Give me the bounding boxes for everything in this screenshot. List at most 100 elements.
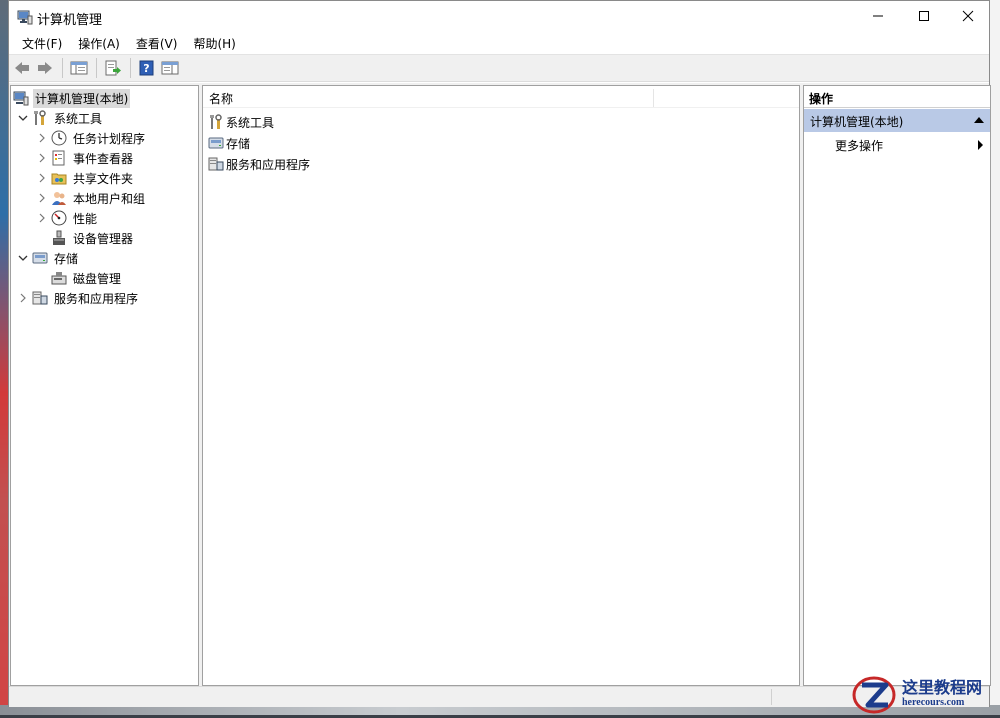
tree-item-performance[interactable]: 性能: [35, 208, 99, 228]
help-icon: ?: [139, 60, 154, 76]
list-item[interactable]: 服务和应用程序: [208, 154, 310, 174]
maximize-button[interactable]: [901, 1, 947, 31]
chevron-right-icon[interactable]: [35, 211, 49, 225]
close-button[interactable]: [945, 1, 991, 31]
tree-item-local-users-groups[interactable]: 本地用户和组: [35, 188, 147, 208]
tree-item-storage[interactable]: 存储: [16, 248, 80, 268]
svg-text:?: ?: [143, 62, 149, 75]
tree-item-label: 事件查看器: [73, 151, 134, 166]
tree-item-label: 计算机管理(本地): [33, 88, 131, 108]
tree-item-system-tools[interactable]: 系统工具: [16, 108, 104, 128]
actions-pane: 操作 计算机管理(本地) 更多操作: [803, 85, 991, 686]
export-list-icon: [105, 60, 121, 76]
list-item[interactable]: 存储: [208, 133, 250, 153]
chevron-right-icon[interactable]: [35, 171, 49, 185]
chevron-down-icon[interactable]: [16, 111, 30, 125]
menu-help[interactable]: 帮助(H): [185, 33, 243, 54]
shared-folders-icon: [51, 170, 67, 186]
tree-item-label: 磁盘管理: [73, 271, 122, 286]
title-bar[interactable]: 计算机管理: [9, 1, 989, 32]
chevron-right-icon[interactable]: [16, 291, 30, 305]
minimize-button[interactable]: [855, 1, 901, 31]
watermark-en: herecours.com: [902, 697, 965, 708]
actions-section-label: 计算机管理(本地): [810, 115, 904, 129]
menu-bar: 文件(F) 操作(A) 查看(V) 帮助(H): [9, 32, 989, 54]
window-title: 计算机管理: [37, 13, 103, 28]
tree-item-disk-management[interactable]: 磁盘管理: [35, 268, 123, 288]
device-manager-icon: [51, 230, 67, 246]
menu-view[interactable]: 查看(V): [128, 33, 186, 54]
tree-item-event-viewer[interactable]: 事件查看器: [35, 148, 135, 168]
watermark-logo-icon: [852, 673, 898, 715]
list-item-label: 服务和应用程序: [226, 157, 311, 172]
watermark-cn: 这里教程网: [902, 678, 983, 697]
status-divider: [771, 689, 772, 705]
show-hide-tree-icon: [70, 61, 88, 75]
storage-icon: [32, 250, 48, 266]
tree-item-label: 任务计划程序: [73, 131, 146, 146]
menu-action[interactable]: 操作(A): [70, 33, 128, 54]
submenu-arrow-icon[interactable]: [978, 140, 983, 150]
export-list-button[interactable]: [102, 57, 124, 79]
list-header: 名称: [203, 86, 799, 108]
tree-item-computer-management[interactable]: 计算机管理(本地): [13, 88, 131, 108]
tree-item-label: 本地用户和组: [73, 191, 146, 206]
chevron-right-icon[interactable]: [35, 131, 49, 145]
back-button[interactable]: [11, 57, 33, 79]
toolbar: ?: [9, 54, 989, 82]
no-expander: [35, 231, 49, 245]
performance-icon: [51, 210, 67, 226]
services-applications-icon: [32, 290, 48, 306]
chevron-right-icon[interactable]: [35, 151, 49, 165]
tree-item-services-applications[interactable]: 服务和应用程序: [16, 288, 140, 308]
tree-item-task-scheduler[interactable]: 任务计划程序: [35, 128, 147, 148]
computer-management-icon: [17, 9, 33, 25]
toolbar-separator: [62, 58, 63, 78]
console-tree: 计算机管理(本地) 系统工具 任务计划程序 事件查看器 共享文件夹 本地用户和组…: [10, 85, 199, 686]
storage-icon: [208, 135, 224, 151]
toolbar-separator: [130, 58, 131, 78]
disk-management-icon: [51, 270, 67, 286]
system-tools-icon: [208, 114, 224, 130]
more-actions-item[interactable]: 更多操作: [835, 137, 883, 154]
actions-pane-title: 操作: [804, 86, 990, 108]
collapse-up-icon[interactable]: [974, 117, 984, 123]
minimize-icon: [873, 15, 883, 17]
chevron-down-icon[interactable]: [16, 251, 30, 265]
desktop-background-left: [0, 0, 8, 715]
task-scheduler-icon: [51, 130, 67, 146]
forward-button[interactable]: [34, 57, 56, 79]
content-area: 计算机管理(本地) 系统工具 任务计划程序 事件查看器 共享文件夹 本地用户和组…: [9, 83, 991, 686]
local-users-groups-icon: [51, 190, 67, 206]
close-icon: [962, 10, 974, 22]
tree-item-label: 共享文件夹: [73, 171, 134, 186]
column-header-name[interactable]: 名称: [209, 90, 233, 107]
forward-icon: [38, 62, 52, 74]
computer-management-window: 计算机管理 文件(F) 操作(A) 查看(V) 帮助(H) ? 计算机管理(本地…: [8, 0, 991, 707]
show-hide-action-pane-icon: [161, 61, 179, 75]
show-hide-action-pane-button[interactable]: [159, 57, 181, 79]
maximize-icon: [919, 11, 929, 21]
column-divider[interactable]: [653, 89, 654, 107]
tree-item-shared-folders[interactable]: 共享文件夹: [35, 168, 135, 188]
status-bar: [9, 686, 989, 707]
list-item-label: 系统工具: [226, 115, 275, 130]
actions-section-header[interactable]: 计算机管理(本地): [804, 109, 990, 132]
tree-item-label: 系统工具: [54, 111, 103, 126]
chevron-right-icon[interactable]: [35, 191, 49, 205]
services-applications-icon: [208, 156, 224, 172]
help-button[interactable]: ?: [136, 57, 158, 79]
menu-file[interactable]: 文件(F): [14, 33, 70, 54]
computer-management-icon: [13, 90, 29, 106]
tree-item-device-manager[interactable]: 设备管理器: [35, 228, 135, 248]
no-expander: [35, 271, 49, 285]
desktop-background-right: [990, 0, 1000, 715]
list-item[interactable]: 系统工具: [208, 112, 274, 132]
tree-item-label: 性能: [73, 211, 98, 226]
show-hide-tree-button[interactable]: [68, 57, 90, 79]
toolbar-separator: [96, 58, 97, 78]
tree-item-label: 设备管理器: [73, 231, 134, 246]
results-list: 名称 系统工具 存储 服务和应用程序: [202, 85, 800, 686]
tree-item-label: 服务和应用程序: [54, 291, 139, 306]
back-icon: [15, 62, 29, 74]
